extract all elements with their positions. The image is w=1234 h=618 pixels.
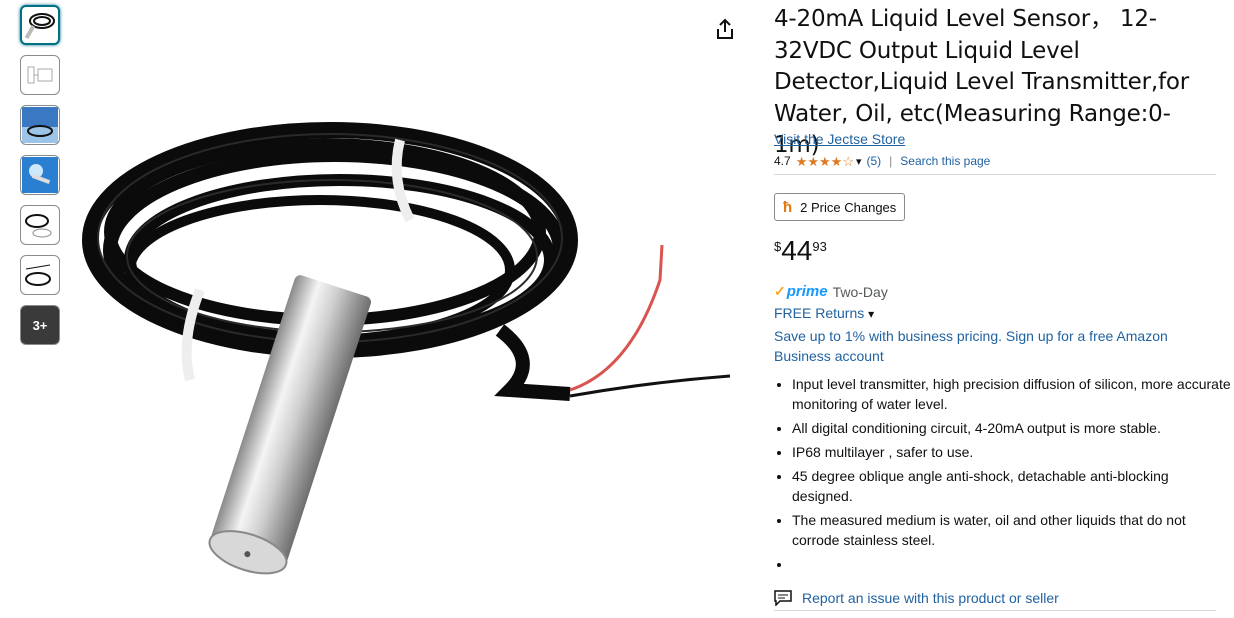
thumbnail-3[interactable] bbox=[20, 105, 60, 145]
sensor-thumbnail-image bbox=[24, 13, 55, 40]
report-issue[interactable]: Report an issue with this product or sel… bbox=[774, 590, 1059, 606]
chevron-down-icon[interactable]: ▾ bbox=[856, 155, 862, 168]
search-page-link[interactable]: Search this page bbox=[900, 154, 990, 168]
price-fraction: 93 bbox=[812, 239, 827, 254]
feature-bullets: Input level transmitter, high precision … bbox=[774, 374, 1232, 578]
feature-bullet: All digital conditioning circuit, 4-20mA… bbox=[792, 418, 1232, 438]
prime-logo: prime bbox=[786, 283, 828, 300]
star-icon: ★ bbox=[807, 153, 819, 169]
divider bbox=[774, 610, 1216, 611]
coil-thumbnail-image bbox=[25, 214, 52, 238]
report-issue-link[interactable]: Report an issue with this product or sel… bbox=[802, 590, 1059, 606]
divider: | bbox=[889, 154, 893, 168]
star-icon: ★ bbox=[819, 153, 831, 169]
free-returns-link[interactable]: FREE Returns bbox=[774, 305, 864, 321]
feature-bullet: The measured medium is water, oil and ot… bbox=[792, 510, 1232, 550]
thumbnail-list: 3+ bbox=[20, 5, 62, 355]
store-link[interactable]: Visit the Jectse Store bbox=[774, 131, 905, 147]
free-returns[interactable]: FREE Returns ▾ bbox=[774, 305, 874, 321]
price-symbol: $ bbox=[774, 239, 782, 254]
rating-value: 4.7 bbox=[774, 154, 791, 168]
keepa-icon: ħ bbox=[783, 198, 793, 216]
star-icon: ★ bbox=[830, 153, 843, 169]
feature-bullet: Input level transmitter, high precision … bbox=[792, 374, 1232, 414]
price: $ 44 93 bbox=[774, 236, 827, 266]
price-whole: 44 bbox=[781, 235, 813, 266]
product-main-image bbox=[82, 122, 731, 575]
chevron-down-icon[interactable]: ▾ bbox=[868, 307, 874, 321]
product-details: 4-20mA Liquid Level Sensor， 12-32VDC Out… bbox=[774, 0, 1231, 611]
price-changes-button[interactable]: ħ 2 Price Changes bbox=[774, 193, 906, 221]
feature-bullet: IP68 multilayer , safer to use. bbox=[792, 442, 1232, 462]
share-icon[interactable] bbox=[714, 18, 736, 40]
rating-count-link[interactable]: (5) bbox=[867, 154, 882, 168]
water-thumbnail-image bbox=[22, 157, 58, 193]
star-rating[interactable]: ★ ★ ★ ★ ☆ bbox=[796, 155, 854, 168]
feature-bullet: 45 degree oblique angle anti-shock, deta… bbox=[792, 466, 1232, 506]
prime-badge[interactable]: ✓ prime Two-Day bbox=[774, 283, 888, 300]
cable-thumbnail-image bbox=[25, 264, 51, 286]
diagram-thumbnail-image bbox=[27, 66, 53, 84]
divider bbox=[774, 174, 1216, 175]
prime-delivery: Two-Day bbox=[832, 283, 888, 300]
thumbnail-4[interactable] bbox=[20, 155, 60, 195]
thumbnail-1[interactable] bbox=[20, 5, 60, 45]
rating-row: 4.7 ★ ★ ★ ★ ☆ ▾ (5) | Search this page bbox=[774, 154, 990, 168]
thumbnail-6[interactable] bbox=[20, 255, 60, 295]
feature-bullet bbox=[792, 554, 1232, 574]
star-half-icon: ☆ bbox=[842, 153, 854, 169]
thumbnail-2[interactable] bbox=[20, 55, 60, 95]
price-changes-label: 2 Price Changes bbox=[800, 199, 897, 215]
prime-check-icon: ✓ bbox=[774, 283, 786, 299]
more-thumbnails-label: 3+ bbox=[32, 317, 48, 333]
thumbnail-5[interactable] bbox=[20, 205, 60, 245]
report-icon bbox=[774, 590, 792, 606]
star-icon: ★ bbox=[795, 153, 808, 169]
business-pricing-link[interactable]: Save up to 1% with business pricing. Sig… bbox=[774, 326, 1204, 366]
scene-thumbnail-image bbox=[22, 107, 58, 143]
more-thumbnails[interactable]: 3+ bbox=[20, 305, 60, 345]
